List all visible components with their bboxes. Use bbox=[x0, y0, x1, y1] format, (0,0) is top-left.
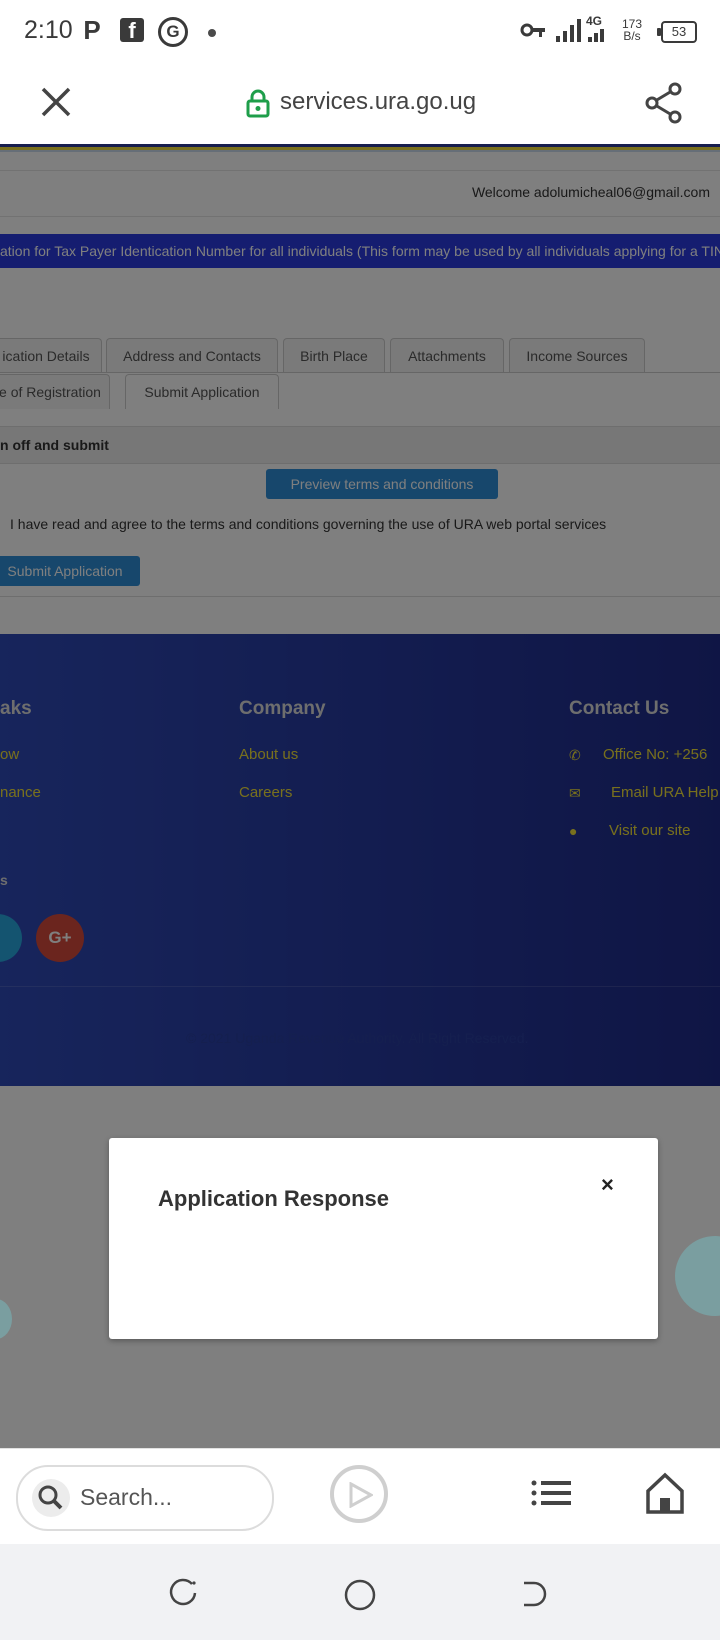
url-text[interactable]: services.ura.go.ug bbox=[280, 88, 476, 116]
search-icon bbox=[32, 1479, 70, 1517]
home-nav-icon[interactable] bbox=[343, 1578, 377, 1612]
lock-icon bbox=[246, 89, 270, 118]
signal-icon bbox=[556, 18, 584, 42]
dialog-title: Application Response bbox=[158, 1186, 390, 1211]
recents-icon[interactable] bbox=[168, 1578, 198, 1608]
signal-icon-2 bbox=[588, 26, 608, 42]
clock: 2:10 bbox=[24, 16, 73, 44]
system-navigation-bar bbox=[0, 1544, 720, 1640]
grammarly-icon: G bbox=[158, 17, 188, 47]
parking-p-icon: P bbox=[83, 15, 101, 45]
list-icon[interactable] bbox=[530, 1477, 574, 1517]
search-placeholder: Search... bbox=[80, 1484, 173, 1510]
status-bar: 2:10 P f G 4G 173 B/s 53 bbox=[0, 0, 720, 64]
play-icon bbox=[349, 1482, 373, 1508]
battery-icon: 53 bbox=[657, 21, 697, 43]
share-icon[interactable] bbox=[644, 82, 684, 124]
browser-address-bar: services.ura.go.ug bbox=[0, 64, 720, 144]
speed-unit: B/s bbox=[623, 29, 641, 43]
play-button[interactable] bbox=[330, 1465, 388, 1523]
close-dialog-icon[interactable]: × bbox=[601, 1172, 614, 1198]
close-icon[interactable] bbox=[40, 86, 72, 118]
application-response-dialog: Application Response × bbox=[109, 1138, 658, 1339]
browser-toolbar: Search... bbox=[0, 1448, 720, 1545]
home-icon[interactable] bbox=[645, 1471, 685, 1515]
dot-icon bbox=[208, 29, 216, 37]
back-icon[interactable] bbox=[520, 1578, 550, 1608]
search-box[interactable]: Search... bbox=[16, 1465, 274, 1531]
data-speed: 173 B/s bbox=[622, 18, 642, 42]
facebook-icon: f bbox=[120, 18, 144, 43]
key-icon bbox=[520, 23, 545, 37]
